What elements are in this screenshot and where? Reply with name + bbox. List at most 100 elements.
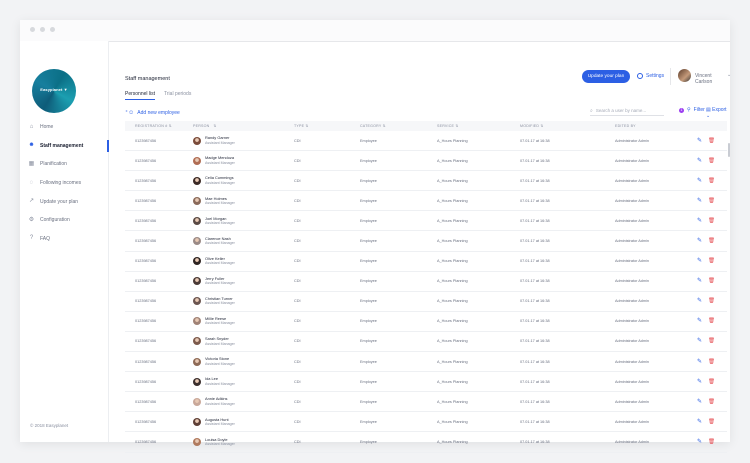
edited-by-cell: Administrator Admin <box>615 439 649 444</box>
trash-icon[interactable]: 🗑 <box>708 158 715 164</box>
edit-icon[interactable]: ✎ <box>697 178 702 184</box>
modified-cell: 07.01.17 at 16:38 <box>520 158 550 163</box>
trash-icon[interactable]: 🗑 <box>708 198 715 204</box>
type-cell: CDI <box>294 178 301 183</box>
trash-icon[interactable]: 🗑 <box>708 218 715 224</box>
table-row[interactable]: 0123987456 Louisa Doyle Assistant Manager C… <box>125 432 727 453</box>
table-row[interactable]: 0123987456 Jerry Fuller Assistant Manager C… <box>125 272 727 292</box>
category-cell: Employee <box>360 239 377 244</box>
edited-by-cell: Administrator Admin <box>615 339 649 344</box>
table-row[interactable]: 0123987456 Clarence Nash Assistant Manager… <box>125 231 727 252</box>
employee-table: REGISTRATION # ⇅ PERSON ⇅ TYPE ⇅ CATEGOR… <box>125 121 727 453</box>
edit-icon[interactable]: ✎ <box>697 318 702 324</box>
trash-icon[interactable]: 🗑 <box>708 238 715 244</box>
trash-icon[interactable]: 🗑 <box>708 138 715 144</box>
row-actions: ✎ 🗑 <box>697 138 727 144</box>
row-actions: ✎ 🗑 <box>697 318 727 324</box>
edit-icon[interactable]: ✎ <box>697 278 702 284</box>
table-row[interactable]: 0123987456 Joel Morgan Assistant Manager CD… <box>125 211 727 232</box>
search-input[interactable]: ⌕ Search a user by name... <box>590 106 664 116</box>
edit-icon[interactable]: ✎ <box>697 298 702 304</box>
tab-personnel-list[interactable]: Personnel list <box>125 91 156 100</box>
table-row[interactable]: 0123987456 Olive Keller Assistant Manager C… <box>125 252 727 272</box>
filter-button[interactable]: 1 ⚲ Filter <box>679 107 705 113</box>
sidebar-item-faq[interactable]: ? FAQ <box>20 230 108 249</box>
edit-icon[interactable]: ✎ <box>697 359 702 365</box>
trash-icon[interactable]: 🗑 <box>708 399 715 405</box>
table-row[interactable]: 0123987456 Victoria Stone Assistant Manage… <box>125 352 727 373</box>
table-row[interactable]: 0123987456 Celia Cummings Assistant Manage… <box>125 171 727 192</box>
edit-icon[interactable]: ✎ <box>697 399 702 405</box>
tab-trial-periods[interactable]: Trial periods <box>164 91 191 100</box>
sidebar-item-update-your-plan[interactable]: ↗ Update your plan <box>20 192 108 211</box>
trash-icon[interactable]: 🗑 <box>708 338 715 344</box>
edit-icon[interactable]: ✎ <box>697 138 702 144</box>
table-row[interactable]: 0123987456 Augusta Hunt Assistant Manager C… <box>125 412 727 433</box>
export-button[interactable]: ▤ Export ⌄ <box>706 107 730 119</box>
trash-icon[interactable]: 🗑 <box>708 318 715 324</box>
gear-icon: ⚙ <box>28 216 35 223</box>
type-cell: CDI <box>294 319 301 324</box>
trash-icon[interactable]: 🗑 <box>708 359 715 365</box>
trash-icon[interactable]: 🗑 <box>708 439 715 445</box>
table-row[interactable]: 0123987456 Madge Mendoza Assistant Manager… <box>125 151 727 172</box>
table-scrollbar[interactable] <box>728 143 730 157</box>
update-plan-button[interactable]: Update your plan <box>582 70 630 83</box>
column-header-category[interactable]: CATEGORY ⇅ <box>360 124 437 128</box>
column-header-edited-by[interactable]: EDITED BY <box>615 124 697 128</box>
edited-by-cell: Administrator Admin <box>615 399 649 404</box>
trash-icon[interactable]: 🗑 <box>708 258 715 264</box>
row-actions: ✎ 🗑 <box>697 218 727 224</box>
table-row[interactable]: 0123987456 Mae Holmes Assistant Manager CDI… <box>125 191 727 212</box>
sidebar-item-planification[interactable]: ▦ Planification <box>20 155 108 174</box>
avatar <box>193 237 201 245</box>
user-avatar[interactable] <box>678 69 691 82</box>
column-header-service[interactable]: SERVICE ⇅ <box>437 124 520 128</box>
table-row[interactable]: 0123987456 Christian Turner Assistant Mana… <box>125 292 727 312</box>
search-placeholder: Search a user by name... <box>595 108 647 113</box>
edit-icon[interactable]: ✎ <box>697 238 702 244</box>
table-row[interactable]: 0123987456 Ida Lee Assistant Manager CDI Emp… <box>125 372 727 393</box>
user-name[interactable]: Vincent Carlson <box>695 73 730 85</box>
sidebar-item-staff-management[interactable]: ☻ Staff management <box>20 137 109 156</box>
table-row[interactable]: 0123987456 Annie Adkins Assistant Manager C… <box>125 392 727 413</box>
table-row[interactable]: 0123987456 Sarah Snyder Assistant Manager C… <box>125 332 727 353</box>
category-cell: Employee <box>360 299 377 304</box>
edit-icon[interactable]: ✎ <box>697 338 702 344</box>
sidebar-item-following-incomes[interactable]: ◌ Following incomes <box>20 174 108 193</box>
edit-icon[interactable]: ✎ <box>697 439 702 445</box>
window-minimize-dot[interactable] <box>40 27 45 32</box>
trash-icon[interactable]: 🗑 <box>708 419 715 425</box>
edited-by-cell: Administrator Admin <box>615 279 649 284</box>
sidebar-item-configuration[interactable]: ⚙ Configuration <box>20 211 108 230</box>
edit-icon[interactable]: ✎ <box>697 419 702 425</box>
category-cell: Employee <box>360 319 377 324</box>
settings-button[interactable]: Settings <box>637 73 664 79</box>
table-row[interactable]: 0123987456 Randy Garner Assistant Manager C… <box>125 131 727 152</box>
table-row[interactable]: 0123987456 Millie Reese Assistant Manager C… <box>125 312 727 332</box>
edit-icon[interactable]: ✎ <box>697 258 702 264</box>
chevron-down-icon[interactable]: ⌄ <box>727 72 731 78</box>
edit-icon[interactable]: ✎ <box>697 158 702 164</box>
column-header-registration[interactable]: REGISTRATION # ⇅ <box>125 124 193 128</box>
window-close-dot[interactable] <box>30 27 35 32</box>
add-employee-button[interactable]: ⁺☺ Add new employee <box>125 109 180 117</box>
category-cell: Employee <box>360 138 377 143</box>
edit-icon[interactable]: ✎ <box>697 218 702 224</box>
trash-icon[interactable]: 🗑 <box>708 379 715 385</box>
column-header-type[interactable]: TYPE ⇅ <box>294 124 360 128</box>
edit-icon[interactable]: ✎ <box>697 198 702 204</box>
sidebar-item-home[interactable]: ⌂ Home <box>20 118 108 137</box>
modified-cell: 07.01.17 at 16:38 <box>520 339 550 344</box>
trash-icon[interactable]: 🗑 <box>708 278 715 284</box>
brand-logo[interactable]: Easyplanet ▼ <box>32 69 76 113</box>
edit-icon[interactable]: ✎ <box>697 379 702 385</box>
window-maximize-dot[interactable] <box>50 27 55 32</box>
person-role: Assistant Manager <box>205 401 235 406</box>
trash-icon[interactable]: 🗑 <box>708 298 715 304</box>
column-header-person[interactable]: PERSON ⇅ <box>193 124 294 128</box>
row-actions: ✎ 🗑 <box>697 359 727 365</box>
service-cell: A_Hours Planning <box>437 299 468 304</box>
trash-icon[interactable]: 🗑 <box>708 178 715 184</box>
column-header-modified[interactable]: MODIFIED ⇅ <box>520 124 615 128</box>
